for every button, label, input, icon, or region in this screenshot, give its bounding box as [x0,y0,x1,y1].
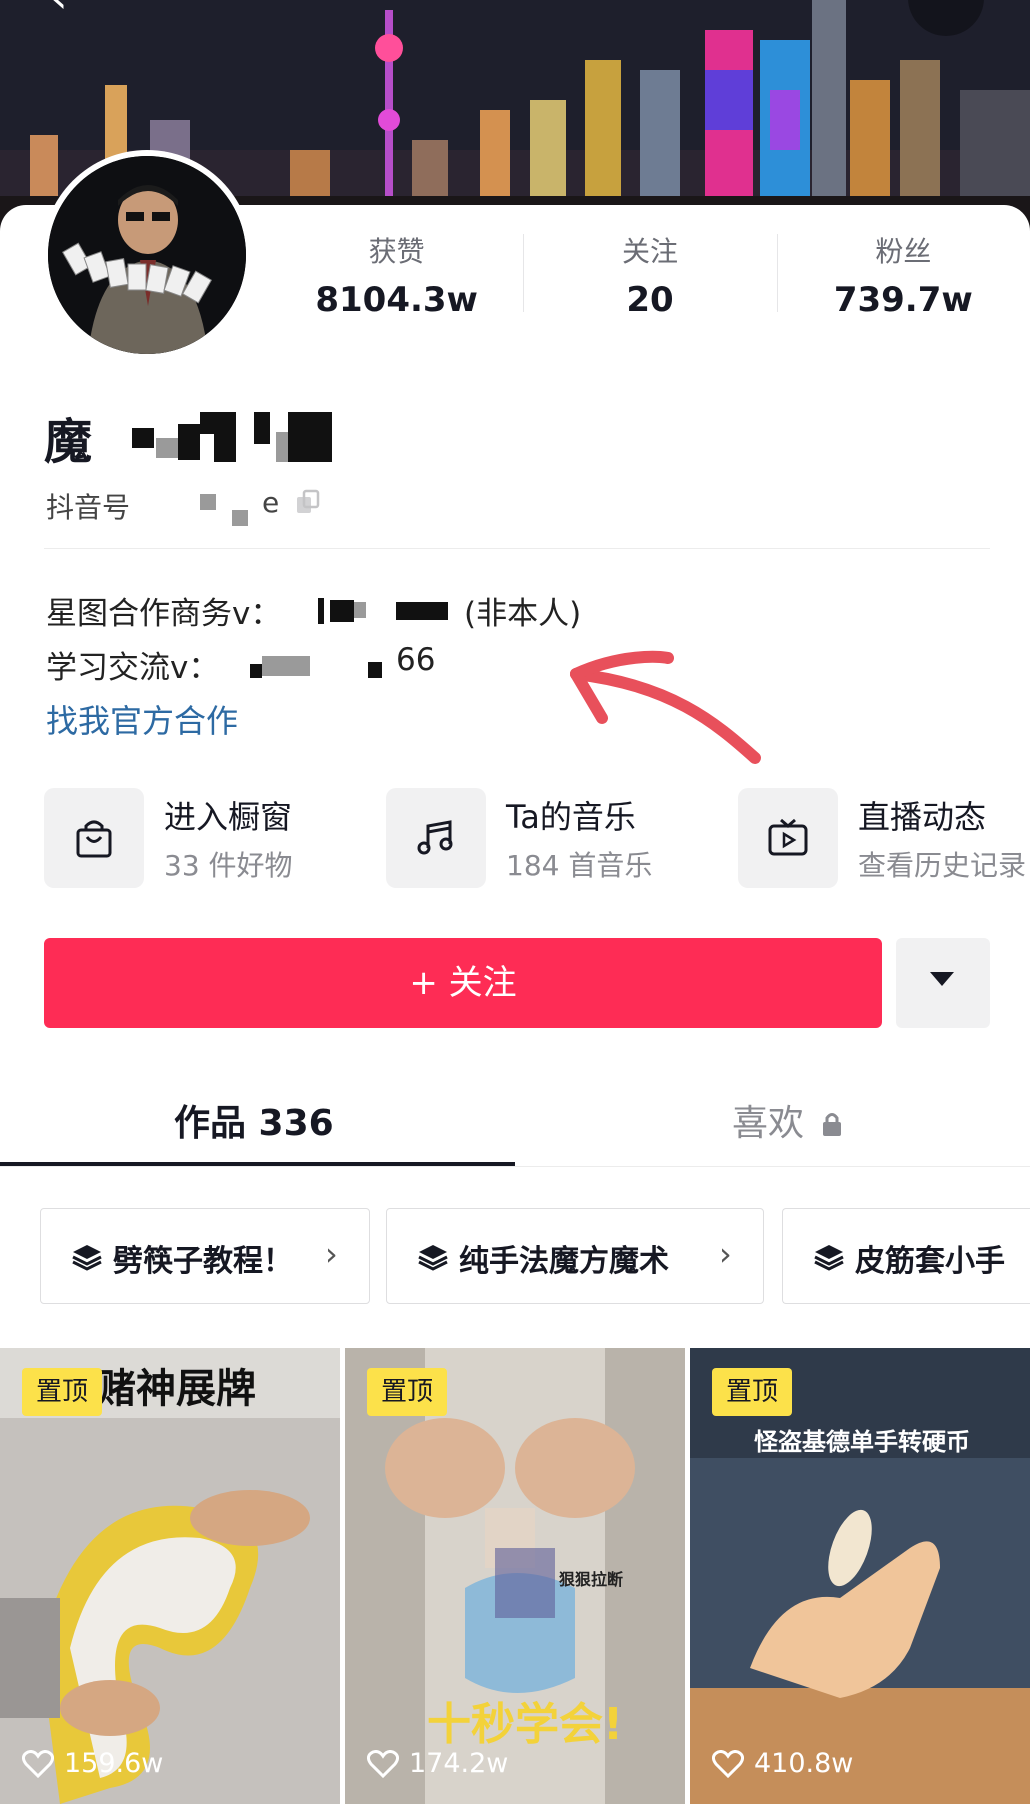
likes-count: 410.8w [754,1748,854,1779]
feature-subtitle: 查看历史记录 [858,849,1027,882]
collection-chip[interactable]: 皮筋套小手 [782,1208,1030,1304]
music-note-icon [386,788,486,888]
tab-likes[interactable]: 喜欢 [732,1094,843,1146]
profile-stats: 获赞 8104.3w 关注 20 粉丝 739.7w [270,228,1030,328]
follow-button[interactable]: + 关注 [44,938,882,1028]
more-dropdown-button[interactable] [896,938,990,1028]
douyin-id-value: e [262,486,280,519]
video-overlay-caption: 狠狠拉断 [559,1570,624,1589]
stat-followers[interactable]: 粉丝 739.7w [776,228,1030,328]
showcase-entry[interactable]: 进入橱窗 33 件好物 [44,788,334,888]
tab-divider [0,1166,1030,1167]
stat-label: 获赞 [368,235,425,268]
lock-icon [823,1113,842,1136]
tab-works[interactable]: 作品 336 [174,1094,334,1146]
username: 魔 [44,414,93,470]
tv-play-icon [738,788,838,888]
stat-value: 20 [626,280,674,320]
chip-label: 纯手法魔方魔术 [459,1244,669,1279]
bio-line-business: 星图合作商务v： [46,588,281,633]
stat-label: 关注 [621,235,678,268]
pinned-badge: 置顶 [22,1368,102,1416]
back-icon[interactable]: ‹ [50,0,102,24]
bio-text-suffix: 66 [396,642,436,678]
chip-label: 皮筋套小手 [855,1244,1005,1279]
pinned-badge: 置顶 [712,1368,792,1416]
layers-icon [418,1245,448,1271]
video-thumbnail[interactable]: 狠狠拉断 十秒学会! 置顶 174.2w [345,1348,685,1804]
stat-value: 8104.3w [315,280,478,320]
bio-line-study: 学习交流v： [46,642,219,687]
stat-likes[interactable]: 获赞 8104.3w [270,228,523,328]
avatar[interactable] [42,150,252,360]
triangle-down-icon [930,972,954,986]
layers-icon [814,1245,844,1271]
pinned-badge: 置顶 [367,1368,447,1416]
shopping-bag-icon [44,788,144,888]
bio-text: 学习交流v： [46,650,220,686]
feature-subtitle: 184 首音乐 [506,849,653,882]
likes-count: 159.6w [64,1748,164,1779]
official-cooperation-link[interactable]: 找我官方合作 [46,696,238,742]
heart-icon [22,1749,54,1778]
bio-text: 星图合作商务v： [46,596,282,632]
live-entry[interactable]: 直播动态 查看历史记录 [738,788,1030,888]
heart-icon [367,1749,399,1778]
stat-following[interactable]: 关注 20 [523,228,776,328]
divider [44,548,990,549]
feature-title: 直播动态 [858,798,987,836]
feature-title: Ta的音乐 [506,798,636,836]
stat-label: 粉丝 [875,235,932,268]
feature-subtitle: 33 件好物 [164,849,293,882]
collection-chip[interactable]: 劈筷子教程！ › [40,1208,370,1304]
layers-icon [72,1245,102,1271]
video-likes: 410.8w [712,1748,853,1779]
copy-icon[interactable] [294,488,324,518]
likes-count: 174.2w [409,1748,509,1779]
chip-label: 劈筷子教程！ [113,1244,293,1279]
douyin-id-label: 抖音号 [46,491,131,524]
video-likes: 159.6w [22,1748,163,1779]
video-thumbnail[interactable]: 怪盗基德单手转硬币 置顶 410.8w [690,1348,1030,1804]
chevron-right-icon: › [719,1235,732,1273]
video-overlay-title: 赌神展牌 [96,1366,256,1412]
bio-note: (非本人) [464,596,582,632]
chevron-right-icon: › [325,1235,338,1273]
video-thumbnail[interactable]: 赌神展牌 置顶 159.6w [0,1348,340,1804]
heart-icon [712,1749,744,1778]
video-overlay-title: 怪盗基德单手转硬币 [754,1428,970,1456]
feature-title: 进入橱窗 [164,798,293,836]
stat-value: 739.7w [833,280,973,320]
collection-chip[interactable]: 纯手法魔方魔术 › [386,1208,764,1304]
annotation-arrow-icon [570,650,761,764]
video-overlay-title: 十秒学会! [427,1699,624,1750]
music-entry[interactable]: Ta的音乐 184 首音乐 [386,788,676,888]
video-likes: 174.2w [367,1748,508,1779]
tab-label: 喜欢 [732,1103,805,1144]
